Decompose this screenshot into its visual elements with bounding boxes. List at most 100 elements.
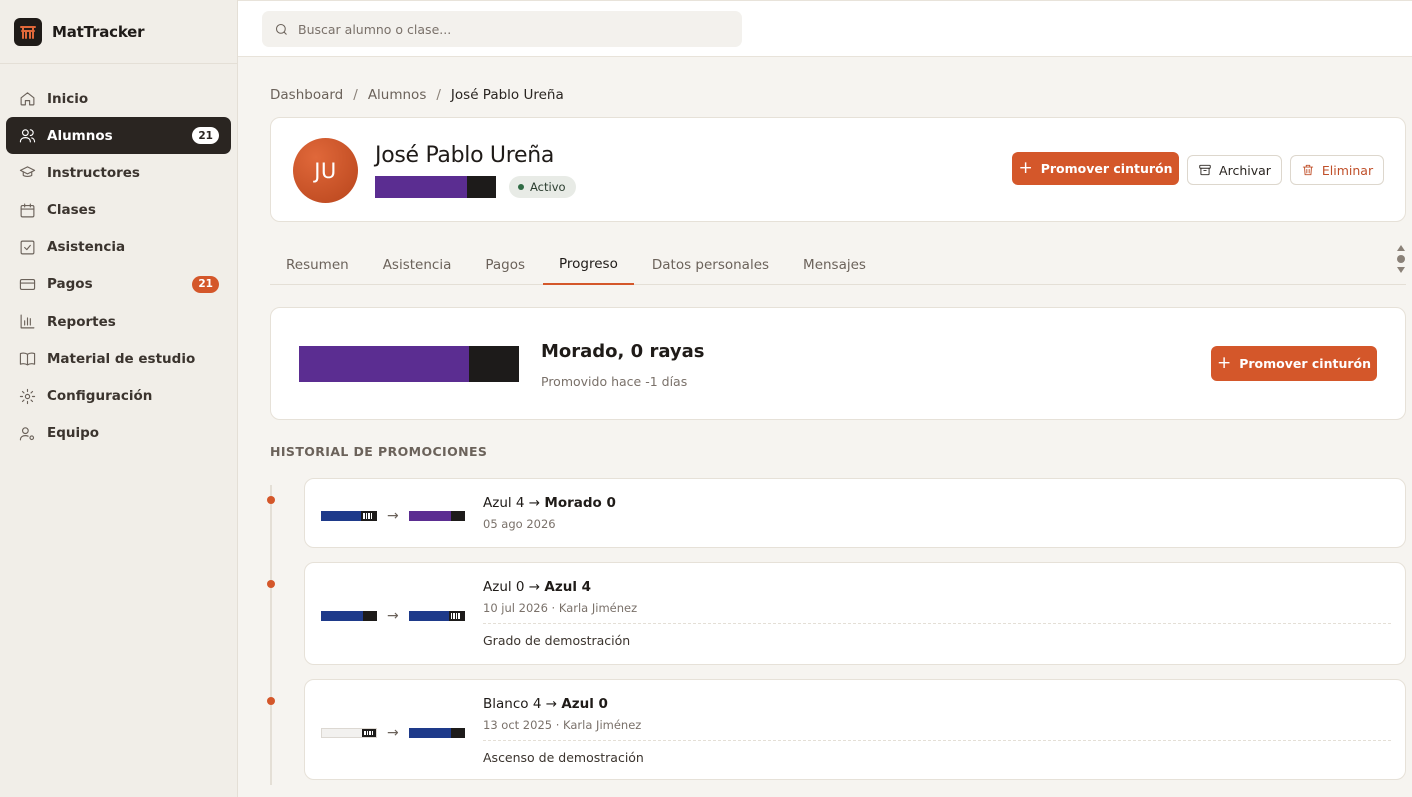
main-content: Dashboard / Alumnos / José Pablo Ureña J… [238,57,1412,797]
history-item[interactable]: → Blanco 4 → Azul 0 13 oct 2025 · Karla … [304,679,1406,780]
sidebar-item-label: Reportes [47,313,116,330]
user-cog-icon [18,424,36,442]
belt-tip [467,176,496,198]
history-title: HISTORIAL DE PROMOCIONES [270,444,488,459]
breadcrumb: Dashboard / Alumnos / José Pablo Ureña [270,87,564,103]
history-transition-text: Azul 0 → Azul 4 [483,579,592,595]
calendar-icon [18,201,36,219]
search-box[interactable] [262,11,742,47]
credit-card-icon [18,275,36,293]
from-belt [321,511,377,521]
graduation-cap-icon [18,164,36,182]
button-label: Archivar [1219,162,1271,178]
breadcrumb-alumnos[interactable]: Alumnos [368,87,427,103]
history-item[interactable]: → Azul 0 → Azul 4 10 jul 2026 · Karla Ji… [304,562,1406,665]
belt-color [299,346,469,382]
arrow-right-icon: → [387,608,399,624]
breadcrumb-separator: / [353,87,358,103]
history-note: Ascenso de demostración [483,740,1391,765]
breadcrumb-current: José Pablo Ureña [450,87,564,103]
sidebar-item-pagos[interactable]: Pagos 21 [6,266,231,303]
from-belt [321,611,377,621]
count-badge: 21 [192,275,219,293]
search-icon [275,23,287,35]
tab-progreso[interactable]: Progreso [543,245,634,285]
scroll-dot-icon [1397,255,1405,263]
tab-datos-personales[interactable]: Datos personales [636,245,785,285]
from-rank: Azul 4 [483,495,525,511]
tab-mensajes[interactable]: Mensajes [787,245,882,285]
sidebar-item-instructores[interactable]: Instructores [6,154,231,191]
belt-tip [469,346,519,382]
sidebar-item-clases[interactable]: Clases [6,192,231,229]
to-rank: Morado 0 [544,495,616,511]
history-meta: 13 oct 2025 · Karla Jiménez [483,718,642,732]
delete-button[interactable]: Eliminar [1290,155,1384,185]
promote-belt-button-secondary[interactable]: + Promover cinturón [1211,346,1377,381]
avatar: JU [293,138,358,203]
sidebar-item-configuracion[interactable]: Configuración [6,378,231,415]
tab-scroll-indicator[interactable] [1396,245,1406,273]
status-dot-icon [518,184,524,190]
sidebar-item-material[interactable]: Material de estudio [6,340,231,377]
belt-color [375,176,467,198]
page-title: José Pablo Ureña [375,143,555,168]
tab-resumen[interactable]: Resumen [270,245,365,285]
tab-asistencia[interactable]: Asistencia [367,245,468,285]
current-belt-title: Morado, 0 rayas [541,341,705,362]
sidebar: MatTracker Inicio Alumnos 21 Instructore… [0,0,238,797]
history-meta: 05 ago 2026 [483,517,556,531]
sidebar-item-alumnos[interactable]: Alumnos 21 [6,117,231,155]
to-rank: Azul 4 [544,579,592,595]
tab-pagos[interactable]: Pagos [469,245,541,285]
search-input[interactable] [298,21,718,37]
to-rank: Azul 0 [561,696,608,712]
sidebar-item-label: Inicio [47,90,89,107]
belt-color [321,611,363,621]
sidebar-item-equipo[interactable]: Equipo [6,415,231,452]
app-name: MatTracker [52,22,145,41]
belt-tip [450,728,465,738]
breadcrumb-dashboard[interactable]: Dashboard [270,87,343,103]
to-belt [408,611,465,621]
sidebar-item-asistencia[interactable]: Asistencia [6,229,231,266]
sidebar-item-label: Clases [47,202,96,219]
belt-tip [361,511,377,521]
sidebar-item-inicio[interactable]: Inicio [6,80,231,117]
scroll-up-icon[interactable] [1397,245,1405,251]
archive-button[interactable]: Archivar [1187,155,1282,185]
brand[interactable]: MatTracker [0,0,237,64]
sidebar-item-reportes[interactable]: Reportes [6,303,231,340]
sidebar-item-label: Pagos [47,276,93,293]
belt-tip [450,511,465,521]
checkbox-icon [18,238,36,256]
scroll-down-icon[interactable] [1397,267,1405,273]
belt-color [408,511,451,521]
button-label: Eliminar [1321,162,1374,178]
plus-icon: + [1018,158,1033,178]
sidebar-item-label: Alumnos [47,127,113,144]
current-belt-card: Morado, 0 rayas Promovido hace -1 días +… [270,307,1406,420]
belt-color [321,511,361,521]
sidebar-item-label: Asistencia [47,239,126,256]
trash-icon [1302,164,1314,176]
sidebar-item-label: Instructores [47,164,140,181]
tab-bar: Resumen Asistencia Pagos Progreso Datos … [270,245,1406,285]
topbar [238,0,1412,57]
current-belt-subtitle: Promovido hace -1 días [541,374,688,389]
timeline-dot [267,697,275,705]
belt-tip [362,729,376,737]
users-icon [18,127,36,145]
history-item[interactable]: → Azul 4 → Morado 0 05 ago 2026 [304,478,1406,548]
belt-tip [448,611,465,621]
promote-belt-button[interactable]: + Promover cinturón [1012,152,1179,185]
belt-transition: → [321,508,465,524]
home-icon [18,90,36,108]
from-rank: Azul 0 [483,579,525,595]
plus-icon: + [1216,353,1232,373]
sidebar-item-label: Equipo [47,425,100,442]
belt-color [408,611,449,621]
to-belt [408,511,465,521]
breadcrumb-separator: / [436,87,441,103]
belt-transition: → [321,725,465,741]
